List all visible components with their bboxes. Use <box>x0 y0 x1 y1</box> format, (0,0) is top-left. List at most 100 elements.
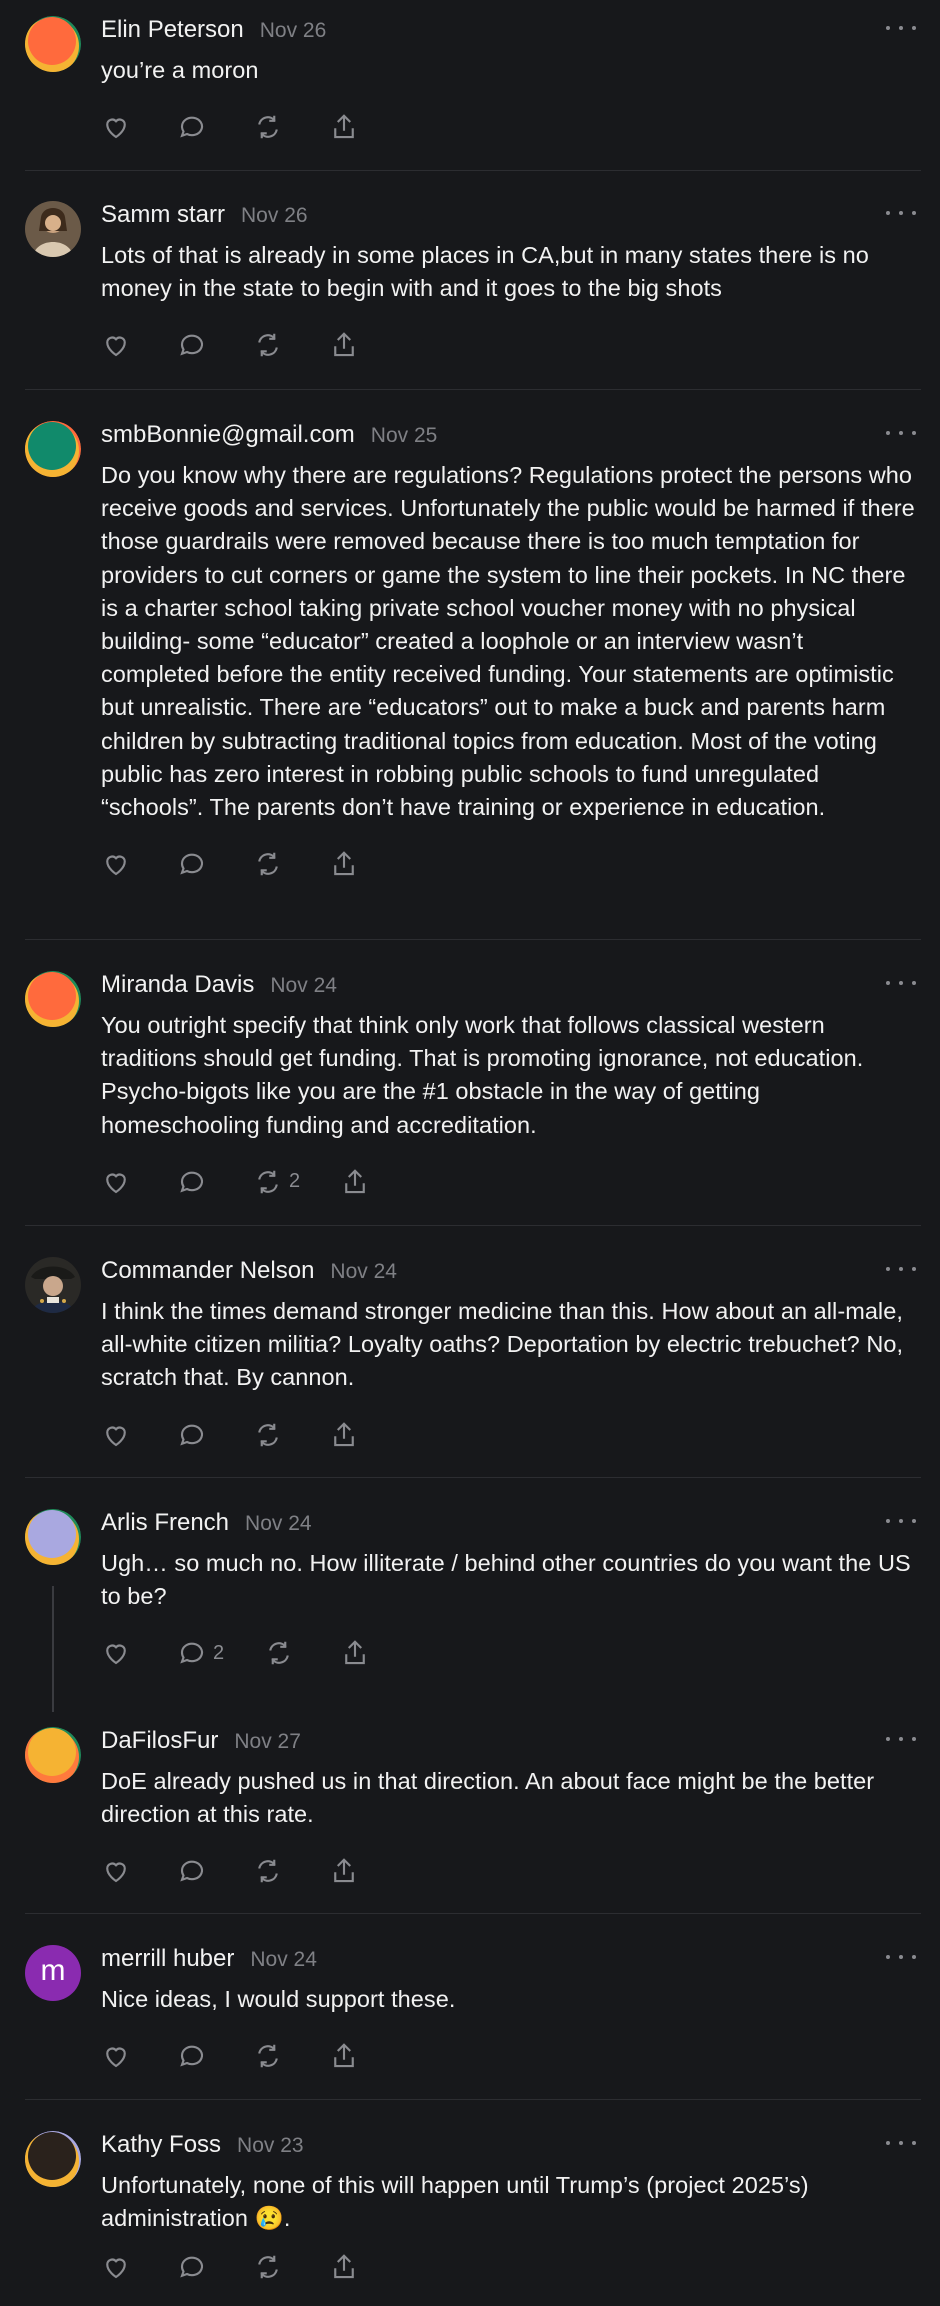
more-options-icon[interactable] <box>886 2133 916 2153</box>
divider <box>25 1913 921 1914</box>
post-item[interactable]: Samm starr Nov 26 Lots of that is alread… <box>0 201 940 363</box>
share-icon <box>334 851 354 876</box>
post-item[interactable]: Commander Nelson Nov 24 I think the time… <box>0 1257 940 1453</box>
post-item[interactable]: Kathy Foss Nov 23 Unfortunately, none of… <box>0 2131 940 2285</box>
reply-button[interactable] <box>177 112 207 142</box>
action-bar: 2 <box>101 1635 915 1671</box>
more-options-icon[interactable] <box>886 973 916 993</box>
post-date[interactable]: Nov 24 <box>250 1948 317 1972</box>
action-bar: 2 <box>101 1164 915 1200</box>
author-name[interactable]: DaFilosFur <box>101 1727 218 1755</box>
share-icon <box>334 114 354 139</box>
avatar[interactable] <box>25 201 81 257</box>
like-button[interactable] <box>101 1856 131 1886</box>
post-text: DoE already pushed us in that direction.… <box>101 1768 875 1828</box>
avatar[interactable] <box>25 1257 81 1313</box>
like-button[interactable] <box>101 2252 131 2282</box>
share-icon <box>334 332 354 357</box>
post-date[interactable]: Nov 26 <box>241 204 308 228</box>
post-date[interactable]: Nov 25 <box>371 424 438 448</box>
post-item[interactable]: Miranda Davis Nov 24 You outright specif… <box>0 971 940 1200</box>
author-name[interactable]: smbBonnie@gmail.com <box>101 421 355 449</box>
comment-icon <box>180 1861 204 1882</box>
repost-button[interactable] <box>264 1638 294 1668</box>
post-text: Lots of that is already in some places i… <box>101 242 869 302</box>
post-item[interactable]: Elin Peterson Nov 26 you’re a moron <box>0 16 940 145</box>
share-button[interactable] <box>329 2252 359 2282</box>
avatar[interactable] <box>25 421 81 477</box>
reply-button[interactable]: 2 <box>177 1638 224 1668</box>
author-name[interactable]: Arlis French <box>101 1509 229 1537</box>
avatar[interactable]: m <box>25 1945 81 2001</box>
divider <box>25 170 921 171</box>
author-name[interactable]: Commander Nelson <box>101 1257 314 1285</box>
post-text: Ugh… so much no. How illiterate / behind… <box>101 1550 911 1610</box>
like-button[interactable] <box>101 849 131 879</box>
post-date[interactable]: Nov 26 <box>260 19 327 43</box>
author-name[interactable]: Samm starr <box>101 201 225 229</box>
repost-button[interactable] <box>253 2252 283 2282</box>
repost-button[interactable] <box>253 2041 283 2071</box>
more-options-icon[interactable] <box>886 1511 916 1531</box>
post-date[interactable]: Nov 24 <box>330 1260 397 1284</box>
reply-button[interactable] <box>177 2252 207 2282</box>
post-item[interactable]: smbBonnie@gmail.com Nov 25 Do you know w… <box>0 421 940 882</box>
more-options-icon[interactable] <box>886 1947 916 1967</box>
repost-button[interactable] <box>253 1420 283 1450</box>
reply-button[interactable] <box>177 2041 207 2071</box>
avatar[interactable] <box>25 2131 81 2187</box>
comment-icon <box>180 853 204 875</box>
reply-button[interactable] <box>177 330 207 360</box>
share-button[interactable] <box>340 1638 370 1668</box>
repost-icon <box>258 334 278 357</box>
like-button[interactable] <box>101 1638 131 1668</box>
repost-icon <box>258 115 278 139</box>
post-date[interactable]: Nov 24 <box>270 974 337 998</box>
like-button[interactable] <box>101 1167 131 1197</box>
share-button[interactable] <box>329 112 359 142</box>
post-item[interactable]: DaFilosFur Nov 27 DoE already pushed us … <box>0 1727 940 1889</box>
share-icon <box>334 1421 354 1446</box>
share-button[interactable] <box>329 1856 359 1886</box>
share-button[interactable] <box>329 2041 359 2071</box>
more-options-icon[interactable] <box>886 1259 916 1279</box>
share-button[interactable] <box>329 849 359 879</box>
share-button[interactable] <box>329 1420 359 1450</box>
heart-icon <box>106 2258 126 2279</box>
repost-button[interactable] <box>253 849 283 879</box>
avatar[interactable] <box>25 16 81 72</box>
post-item[interactable]: Arlis French Nov 24 Ugh… so much no. How… <box>0 1509 940 1671</box>
author-name[interactable]: merrill huber <box>101 1945 234 1973</box>
like-button[interactable] <box>101 330 131 360</box>
avatar[interactable] <box>25 1509 81 1565</box>
post-date[interactable]: Nov 24 <box>245 1512 312 1536</box>
repost-button[interactable]: 2 <box>253 1167 300 1197</box>
divider <box>25 2099 921 2100</box>
like-button[interactable] <box>101 1420 131 1450</box>
more-options-icon[interactable] <box>886 18 916 38</box>
repost-button[interactable] <box>253 112 283 142</box>
avatar[interactable] <box>25 971 81 1027</box>
reply-button[interactable] <box>177 1420 207 1450</box>
more-options-icon[interactable] <box>886 203 916 223</box>
repost-button[interactable] <box>253 1856 283 1886</box>
repost-icon <box>258 2044 278 2068</box>
post-date[interactable]: Nov 27 <box>234 1730 301 1754</box>
more-options-icon[interactable] <box>886 1729 916 1749</box>
author-name[interactable]: Miranda Davis <box>101 971 254 999</box>
post-item[interactable]: m merrill huber Nov 24 Nice ideas, I wou… <box>0 1945 940 2074</box>
post-date[interactable]: Nov 23 <box>237 2134 304 2158</box>
author-name[interactable]: Elin Peterson <box>101 16 244 44</box>
share-button[interactable] <box>329 330 359 360</box>
avatar[interactable] <box>25 1727 81 1783</box>
author-name[interactable]: Kathy Foss <box>101 2131 221 2159</box>
like-button[interactable] <box>101 112 131 142</box>
reply-button[interactable] <box>177 849 207 879</box>
reply-button[interactable] <box>177 1856 207 1886</box>
more-options-icon[interactable] <box>886 423 916 443</box>
comment-icon <box>180 116 204 138</box>
reply-button[interactable] <box>177 1167 207 1197</box>
like-button[interactable] <box>101 2041 131 2071</box>
share-button[interactable] <box>340 1167 370 1197</box>
repost-button[interactable] <box>253 330 283 360</box>
